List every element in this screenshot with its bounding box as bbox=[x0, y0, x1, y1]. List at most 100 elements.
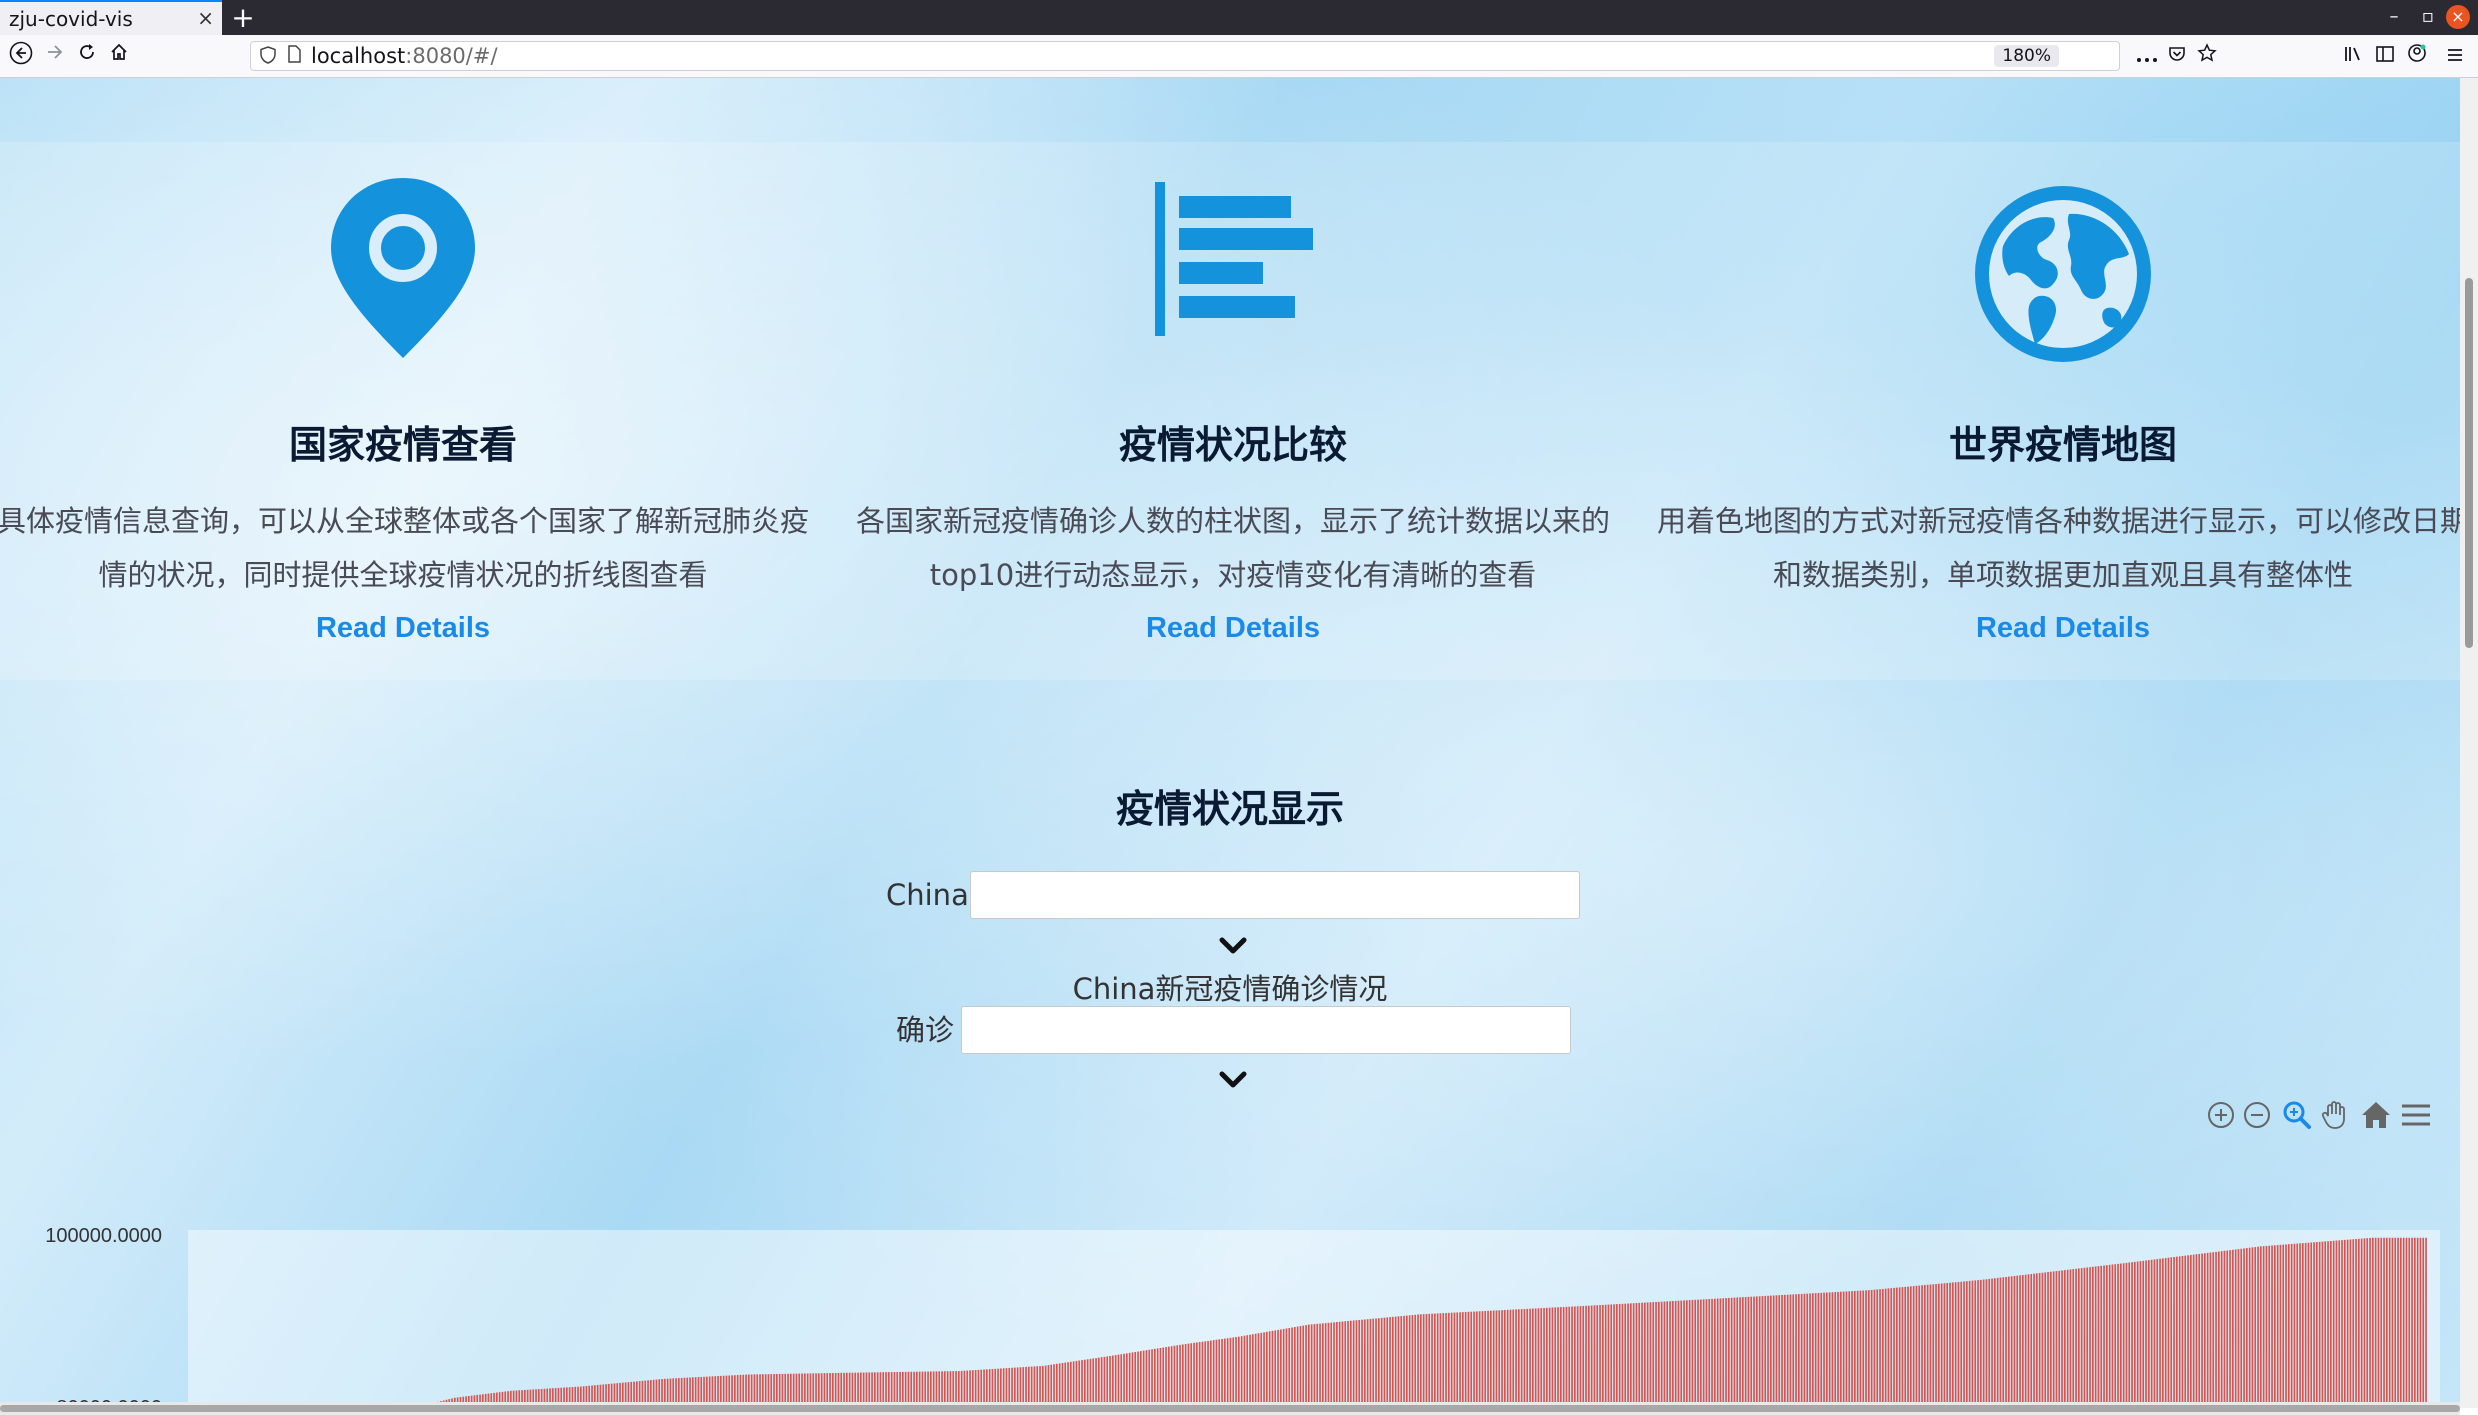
bar[interactable] bbox=[1604, 1304, 1607, 1408]
bar[interactable] bbox=[2321, 1241, 2324, 1408]
vertical-scrollbar[interactable] bbox=[2460, 78, 2478, 1408]
bar[interactable] bbox=[1848, 1291, 1851, 1408]
bar[interactable] bbox=[2122, 1263, 2125, 1408]
bar[interactable] bbox=[1159, 1347, 1162, 1408]
bar[interactable] bbox=[1380, 1317, 1383, 1408]
bar[interactable] bbox=[1459, 1312, 1461, 1408]
bar[interactable] bbox=[1422, 1314, 1425, 1408]
bar[interactable] bbox=[1912, 1286, 1915, 1408]
bar[interactable] bbox=[2251, 1247, 2254, 1408]
bar[interactable] bbox=[1534, 1308, 1537, 1408]
bar[interactable] bbox=[1758, 1296, 1761, 1408]
bar[interactable] bbox=[1971, 1280, 1974, 1408]
bar[interactable] bbox=[1266, 1331, 1268, 1408]
bar[interactable] bbox=[2002, 1277, 2005, 1408]
bar[interactable] bbox=[2293, 1243, 2296, 1408]
bar[interactable] bbox=[1268, 1331, 1271, 1408]
bar[interactable] bbox=[1543, 1307, 1545, 1408]
bar[interactable] bbox=[1963, 1281, 1965, 1408]
bar[interactable] bbox=[1224, 1338, 1226, 1408]
bar[interactable] bbox=[1481, 1311, 1484, 1408]
bar[interactable] bbox=[1980, 1279, 1982, 1408]
bar[interactable] bbox=[1117, 1354, 1120, 1408]
bar[interactable] bbox=[1677, 1300, 1680, 1408]
bar[interactable] bbox=[2131, 1262, 2133, 1408]
bar[interactable] bbox=[1084, 1359, 1086, 1408]
bar[interactable] bbox=[1140, 1351, 1142, 1408]
bar[interactable] bbox=[1809, 1293, 1811, 1408]
bar[interactable] bbox=[1512, 1309, 1515, 1408]
new-tab-button[interactable]: + bbox=[230, 0, 256, 35]
bar[interactable] bbox=[2114, 1264, 2117, 1408]
bar[interactable] bbox=[1156, 1348, 1159, 1408]
bar[interactable] bbox=[2176, 1256, 2178, 1408]
bar[interactable] bbox=[1728, 1297, 1730, 1408]
zoom-in-icon[interactable] bbox=[2206, 1100, 2240, 1134]
bar[interactable] bbox=[1915, 1285, 1918, 1408]
bar[interactable] bbox=[1954, 1282, 1957, 1408]
bar[interactable] bbox=[1943, 1283, 1946, 1408]
bar[interactable] bbox=[1120, 1354, 1123, 1408]
bar[interactable] bbox=[2358, 1238, 2360, 1408]
bar[interactable] bbox=[1560, 1307, 1562, 1408]
bar[interactable] bbox=[1280, 1329, 1282, 1408]
bar[interactable] bbox=[1700, 1299, 1702, 1408]
bar[interactable] bbox=[2349, 1239, 2352, 1408]
bar[interactable] bbox=[1644, 1302, 1646, 1408]
window-close-button[interactable]: × bbox=[2446, 5, 2470, 29]
bar[interactable] bbox=[2103, 1265, 2105, 1409]
bar[interactable] bbox=[1736, 1297, 1739, 1408]
bar[interactable] bbox=[2232, 1249, 2234, 1408]
bar[interactable] bbox=[2058, 1270, 2061, 1408]
bar[interactable] bbox=[1450, 1312, 1453, 1408]
bar[interactable] bbox=[1436, 1313, 1439, 1408]
bar[interactable] bbox=[1196, 1342, 1198, 1408]
bar[interactable] bbox=[1131, 1352, 1134, 1408]
bar[interactable] bbox=[1579, 1306, 1582, 1408]
bar[interactable] bbox=[2041, 1272, 2044, 1408]
bar[interactable] bbox=[1666, 1301, 1669, 1408]
bar[interactable] bbox=[2069, 1269, 2072, 1408]
bar[interactable] bbox=[1425, 1313, 1428, 1408]
bar[interactable] bbox=[2097, 1266, 2100, 1408]
bar[interactable] bbox=[1212, 1340, 1215, 1408]
browser-tab[interactable]: zju-covid-vis × bbox=[0, 0, 222, 35]
bar[interactable] bbox=[1742, 1297, 1744, 1408]
bar[interactable] bbox=[2083, 1267, 2086, 1408]
bar[interactable] bbox=[2369, 1237, 2371, 1408]
home-icon[interactable] bbox=[104, 41, 134, 71]
bar[interactable] bbox=[2310, 1242, 2313, 1408]
bar[interactable] bbox=[1453, 1312, 1456, 1408]
bar[interactable] bbox=[1669, 1301, 1671, 1408]
bar[interactable] bbox=[2167, 1257, 2170, 1408]
bar[interactable] bbox=[1498, 1310, 1501, 1408]
bar[interactable] bbox=[1109, 1355, 1111, 1408]
bar[interactable] bbox=[2209, 1252, 2212, 1408]
bar[interactable] bbox=[1652, 1302, 1655, 1408]
bar[interactable] bbox=[2279, 1244, 2282, 1408]
bar[interactable] bbox=[2299, 1243, 2301, 1408]
bar[interactable] bbox=[1369, 1318, 1372, 1408]
bar[interactable] bbox=[1378, 1318, 1380, 1408]
bar[interactable] bbox=[1680, 1300, 1683, 1408]
bar[interactable] bbox=[1750, 1296, 1753, 1408]
bar[interactable] bbox=[2338, 1240, 2341, 1408]
bar[interactable] bbox=[1845, 1291, 1848, 1408]
bar[interactable] bbox=[1812, 1293, 1814, 1408]
bar[interactable] bbox=[1890, 1288, 1893, 1408]
bar[interactable] bbox=[1193, 1342, 1195, 1408]
bar[interactable] bbox=[1879, 1289, 1881, 1408]
bar[interactable] bbox=[1305, 1325, 1307, 1408]
bar[interactable] bbox=[1655, 1301, 1657, 1408]
bar[interactable] bbox=[1126, 1353, 1128, 1408]
bar[interactable] bbox=[1336, 1322, 1338, 1408]
bar[interactable] bbox=[1803, 1293, 1806, 1408]
bar[interactable] bbox=[1616, 1304, 1618, 1408]
bar[interactable] bbox=[1837, 1291, 1839, 1408]
bar[interactable] bbox=[1462, 1312, 1464, 1408]
page-icon[interactable] bbox=[287, 45, 301, 67]
bar[interactable] bbox=[1103, 1356, 1106, 1408]
bar[interactable] bbox=[1226, 1338, 1229, 1408]
bar[interactable] bbox=[2016, 1275, 2019, 1408]
bar[interactable] bbox=[2324, 1241, 2327, 1408]
